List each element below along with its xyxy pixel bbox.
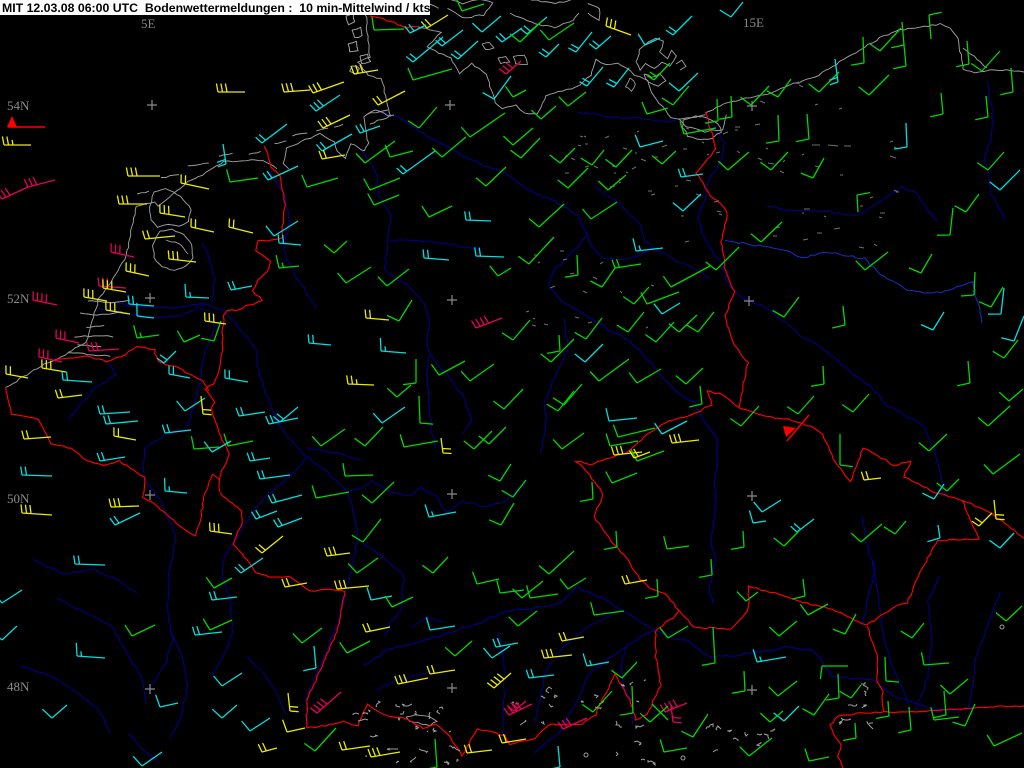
svg-text:52N: 52N [7, 291, 30, 306]
svg-text:5E: 5E [141, 16, 156, 31]
svg-text:54N: 54N [7, 98, 30, 113]
svg-text:MIT 12.03.08 06:00 UTC Bodenw: MIT 12.03.08 06:00 UTC Bodenwettermeldun… [2, 1, 431, 15]
svg-text:48N: 48N [7, 679, 30, 694]
svg-text:50N: 50N [7, 491, 30, 506]
svg-text:15E: 15E [743, 15, 764, 30]
